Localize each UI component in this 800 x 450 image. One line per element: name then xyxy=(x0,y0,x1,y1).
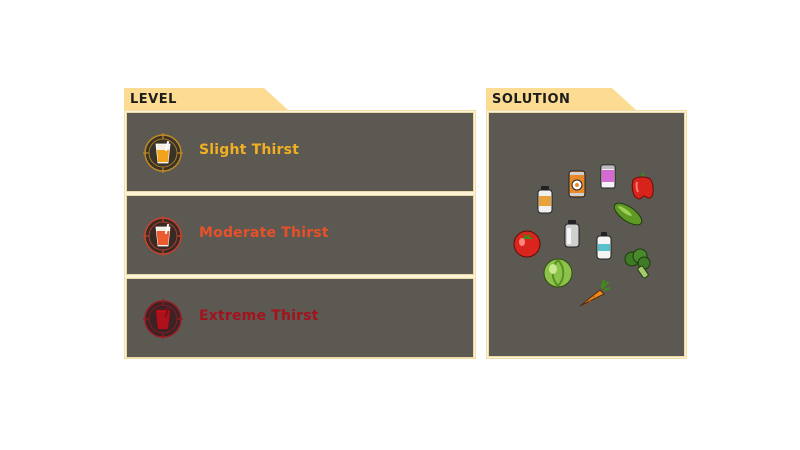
level-option-moderate-thirst[interactable]: Moderate Thirst xyxy=(126,195,474,275)
grey-bottle-icon[interactable] xyxy=(564,220,580,248)
level-option-label: Extreme Thirst xyxy=(199,308,319,324)
water-bottle-icon[interactable] xyxy=(596,232,612,260)
cabbage-icon[interactable] xyxy=(541,257,575,289)
level-option-extreme-thirst[interactable]: Extreme Thirst xyxy=(126,278,474,358)
level-option-label: Moderate Thirst xyxy=(199,225,329,241)
pink-jar-icon[interactable] xyxy=(600,164,616,189)
level-option-slight-thirst[interactable]: Slight Thirst xyxy=(126,112,474,192)
soda-can-icon[interactable] xyxy=(568,170,586,198)
tomato-icon[interactable] xyxy=(512,228,542,258)
carrot-icon[interactable] xyxy=(576,280,612,310)
game-screen: LEVEL Slight Thirst Moderate Thirst Extr… xyxy=(0,0,800,450)
level-option-label: Slight Thirst xyxy=(199,142,300,158)
slight-thirst-glass-icon xyxy=(143,133,183,173)
red-pepper-icon[interactable] xyxy=(629,172,655,200)
extreme-thirst-glass-icon xyxy=(143,299,183,339)
cucumber-icon[interactable] xyxy=(611,200,645,228)
broccoli-icon[interactable] xyxy=(622,248,656,280)
solution-header: SOLUTION xyxy=(486,88,636,110)
moderate-thirst-glass-icon xyxy=(143,216,183,256)
supplement-bottle-icon[interactable] xyxy=(537,186,553,214)
level-header: LEVEL xyxy=(124,88,288,110)
